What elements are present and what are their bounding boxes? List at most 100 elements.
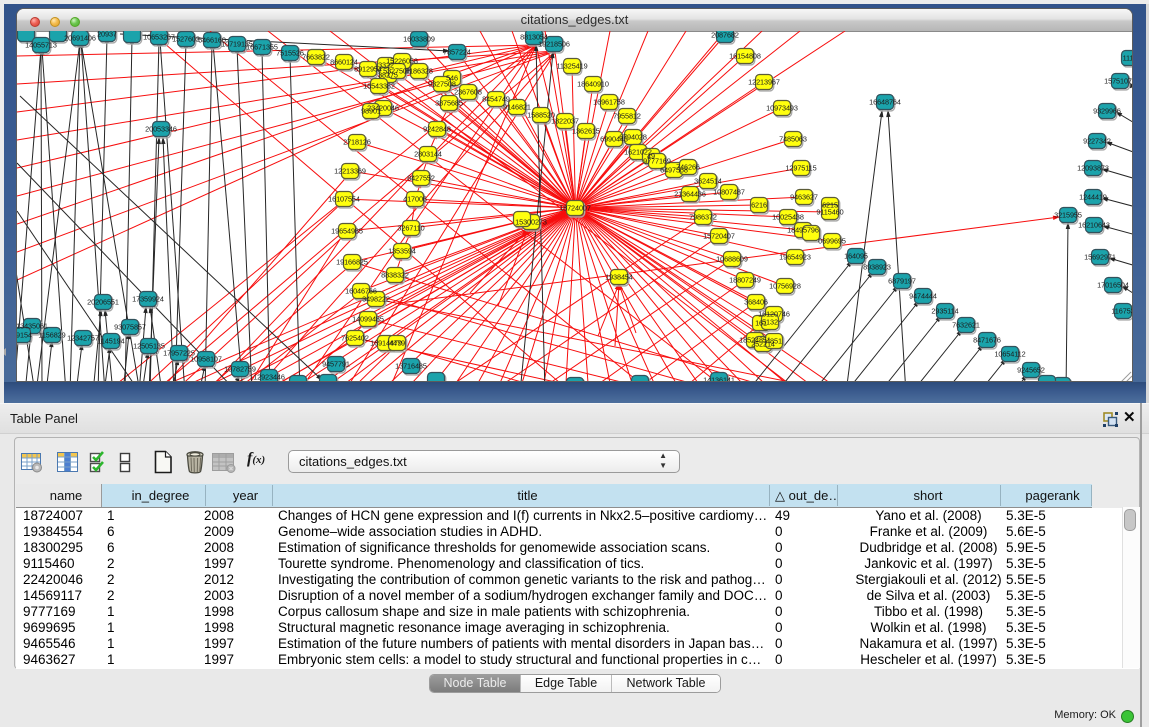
svg-text:1938454: 1938454 xyxy=(605,273,633,282)
svg-text:7986372: 7986372 xyxy=(689,213,717,222)
svg-text:368406: 368406 xyxy=(744,298,768,307)
svg-text:15751074: 15751074 xyxy=(1104,77,1133,86)
svg-text:16961758: 16961758 xyxy=(593,98,625,107)
svg-text:3215955: 3215955 xyxy=(1054,211,1082,220)
svg-text:16543382: 16543382 xyxy=(363,82,395,91)
svg-text:10756928: 10756928 xyxy=(769,282,801,291)
svg-text:2367608: 2367608 xyxy=(454,88,482,97)
svg-text:14136141: 14136141 xyxy=(703,376,735,383)
svg-text:12213369: 12213369 xyxy=(334,167,366,176)
svg-text:15720407: 15720407 xyxy=(703,232,735,241)
svg-text:19654923: 19654923 xyxy=(779,253,811,262)
svg-text:12975115: 12975115 xyxy=(785,164,816,173)
svg-text:16107554: 16107554 xyxy=(328,195,360,204)
svg-text:7515526: 7515526 xyxy=(276,49,304,58)
svg-text:16671355: 16671355 xyxy=(246,43,278,52)
svg-text:17359924: 17359924 xyxy=(132,295,164,304)
svg-text:9242848: 9242848 xyxy=(423,125,451,134)
svg-text:16210643: 16210643 xyxy=(1078,221,1110,230)
svg-text:8186328: 8186328 xyxy=(405,67,433,76)
svg-text:7663822: 7663822 xyxy=(302,53,330,62)
svg-text:417006: 417006 xyxy=(403,195,427,204)
svg-text:6794028: 6794028 xyxy=(619,133,647,142)
svg-text:12505135: 12505135 xyxy=(133,342,165,351)
svg-text:7632621: 7632621 xyxy=(952,321,980,330)
svg-text:14099485: 14099485 xyxy=(352,315,384,324)
svg-text:98901: 98901 xyxy=(361,107,381,116)
svg-text:9327508: 9327508 xyxy=(428,80,456,89)
svg-text:1362615: 1362615 xyxy=(572,127,600,136)
svg-text:18495796: 18495796 xyxy=(787,226,819,235)
svg-text:20206551: 20206551 xyxy=(87,298,119,307)
svg-text:39154: 39154 xyxy=(17,331,32,340)
svg-text:7955812: 7955812 xyxy=(613,112,641,121)
svg-text:19654985: 19654985 xyxy=(331,227,363,236)
svg-text:10654112: 10654112 xyxy=(994,350,1025,359)
svg-text:18640910: 18640910 xyxy=(577,80,609,89)
svg-text:4851: 4851 xyxy=(766,337,782,346)
svg-text:12093873: 12093873 xyxy=(1077,164,1109,173)
svg-text:11325419: 11325419 xyxy=(556,62,587,71)
svg-text:17016504: 17016504 xyxy=(1097,281,1129,290)
svg-text:116753: 116753 xyxy=(1111,307,1133,316)
svg-text:3498222: 3498222 xyxy=(362,295,390,304)
svg-text:9245652: 9245652 xyxy=(1017,366,1045,375)
svg-text:8471676: 8471676 xyxy=(973,336,1001,345)
svg-text:16154808: 16154808 xyxy=(729,52,761,61)
svg-text:9457791: 9457791 xyxy=(322,360,350,369)
svg-text:16033809: 16033809 xyxy=(403,35,435,44)
svg-text:7857224: 7857224 xyxy=(443,48,471,57)
svg-text:10025438: 10025438 xyxy=(772,213,804,222)
svg-text:14055713: 14055713 xyxy=(25,41,57,50)
svg-text:9329966: 9329966 xyxy=(1093,107,1121,116)
svg-text:1822037: 1822037 xyxy=(551,117,579,126)
svg-text:9115460: 9115460 xyxy=(816,208,843,217)
svg-text:9474444: 9474444 xyxy=(909,292,937,301)
svg-text:1112: 1112 xyxy=(1123,54,1133,63)
svg-text:2718126: 2718126 xyxy=(343,138,371,147)
svg-text:1145194: 1145194 xyxy=(97,337,124,346)
svg-text:746266: 746266 xyxy=(676,163,700,172)
svg-text:18807249: 18807249 xyxy=(729,276,761,285)
svg-text:10688609: 10688609 xyxy=(716,255,748,264)
svg-text:164095: 164095 xyxy=(844,252,868,261)
svg-text:19218506: 19218506 xyxy=(538,40,570,49)
svg-text:13716485: 13716485 xyxy=(395,362,427,371)
svg-text:1156829: 1156829 xyxy=(38,331,65,340)
svg-text:2087682: 2087682 xyxy=(711,31,739,40)
svg-text:20691406: 20691406 xyxy=(64,34,96,43)
svg-text:7625402: 7625402 xyxy=(341,334,369,343)
svg-text:3267110: 3267110 xyxy=(397,224,424,233)
svg-text:20937: 20937 xyxy=(97,31,117,39)
svg-text:6879197: 6879197 xyxy=(888,277,916,286)
svg-text:2803144: 2803144 xyxy=(414,150,442,159)
svg-text:12923446: 12923446 xyxy=(253,373,285,382)
svg-text:6216: 6216 xyxy=(751,201,767,210)
svg-text:9463627: 9463627 xyxy=(790,193,818,202)
svg-text:20053346: 20053346 xyxy=(145,125,177,134)
svg-text:93075857: 93075857 xyxy=(114,323,146,332)
svg-text:18724007: 18724007 xyxy=(559,204,591,213)
svg-text:5132: 5132 xyxy=(762,318,778,327)
svg-text:10958107: 10958107 xyxy=(190,355,222,364)
svg-text:10807487: 10807487 xyxy=(713,188,745,197)
svg-text:10782759: 10782759 xyxy=(224,365,256,374)
svg-text:19166825: 19166825 xyxy=(336,258,368,267)
svg-text:1353594: 1353594 xyxy=(388,247,416,256)
svg-text:0699695: 0699695 xyxy=(818,237,846,246)
svg-text:12342757: 12342757 xyxy=(67,334,99,343)
svg-text:3875685: 3875685 xyxy=(435,99,463,108)
svg-text:1527602: 1527602 xyxy=(172,35,200,44)
svg-text:9227342: 9227342 xyxy=(1083,137,1111,146)
svg-text:8838322: 8838322 xyxy=(381,271,409,280)
svg-text:10973493: 10973493 xyxy=(766,104,798,113)
svg-text:15692971: 15692971 xyxy=(1084,253,1116,262)
svg-text:3624514: 3624514 xyxy=(694,177,722,186)
svg-text:10653267: 10653267 xyxy=(143,33,175,42)
svg-text:15226058: 15226058 xyxy=(386,57,418,66)
svg-text:21364436: 21364436 xyxy=(674,190,706,199)
svg-text:9777169: 9777169 xyxy=(643,157,671,166)
svg-text:8427552: 8427552 xyxy=(407,174,435,183)
svg-text:16648764: 16648764 xyxy=(869,98,901,107)
svg-text:13435061: 13435061 xyxy=(17,322,48,331)
